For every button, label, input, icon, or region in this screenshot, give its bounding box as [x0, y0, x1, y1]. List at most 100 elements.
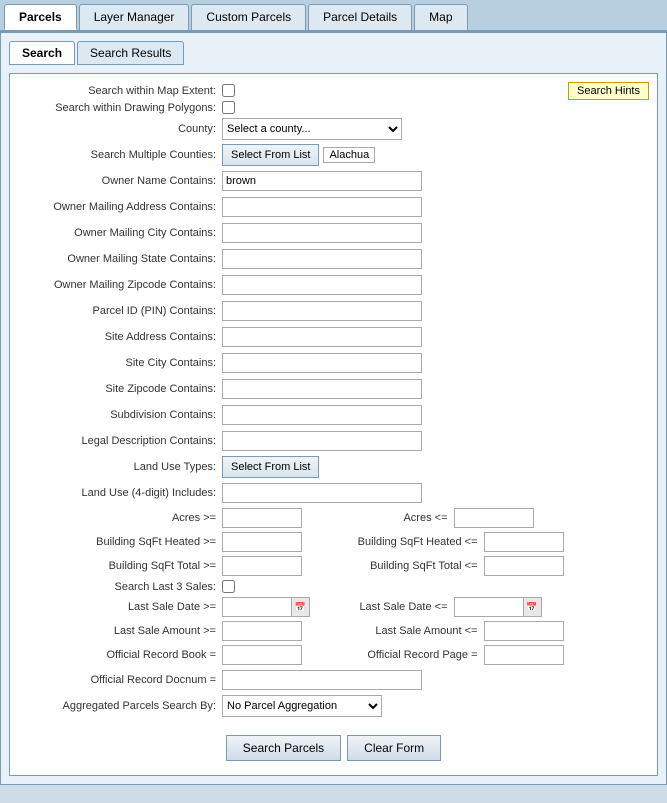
official-record-page-label: Official Record Page = — [334, 649, 484, 661]
last-sale-amount-gte-input[interactable] — [222, 621, 302, 641]
last-sale-amount-lte-label: Last Sale Amount <= — [334, 625, 484, 637]
official-record-book-col: Official Record Book = — [22, 645, 334, 665]
acres-row: Acres >= Acres <= — [22, 508, 645, 528]
owner-mailing-zipcode-label: Owner Mailing Zipcode Contains: — [22, 279, 222, 291]
building-sqft-total-gte-col: Building SqFt Total >= — [22, 556, 334, 576]
search-hints-button[interactable]: Search Hints — [568, 82, 649, 100]
search-panel: Search Hints Search within Map Extent: S… — [9, 73, 658, 776]
building-sqft-heated-lte-input[interactable] — [484, 532, 564, 552]
acres-gte-col: Acres >= — [22, 508, 334, 528]
site-city-row: Site City Contains: — [22, 352, 645, 374]
aggregated-parcels-select[interactable]: No Parcel Aggregation — [222, 695, 382, 717]
official-record-docnum-input[interactable] — [222, 670, 422, 690]
tab-custom-parcels[interactable]: Custom Parcels — [191, 4, 306, 30]
owner-name-input[interactable] — [222, 171, 422, 191]
land-use-types-label: Land Use Types: — [22, 461, 222, 473]
owner-mailing-zipcode-row: Owner Mailing Zipcode Contains: — [22, 274, 645, 296]
official-record-docnum-row: Official Record Docnum = — [22, 669, 645, 691]
owner-mailing-address-row: Owner Mailing Address Contains: — [22, 196, 645, 218]
site-address-input[interactable] — [222, 327, 422, 347]
map-extent-row: Search within Map Extent: — [22, 84, 645, 97]
last-sale-amount-gte-label: Last Sale Amount >= — [22, 625, 222, 637]
site-city-label: Site City Contains: — [22, 357, 222, 369]
building-sqft-heated-gte-input[interactable] — [222, 532, 302, 552]
inner-tab-bar: Search Search Results — [9, 41, 658, 65]
last-sale-date-gte-wrapper: 📅 — [222, 597, 310, 617]
official-record-row: Official Record Book = Official Record P… — [22, 645, 645, 665]
drawing-polygons-checkbox[interactable] — [222, 101, 235, 114]
legal-description-row: Legal Description Contains: — [22, 430, 645, 452]
clear-form-button[interactable]: Clear Form — [347, 735, 441, 761]
top-tab-bar: Parcels Layer Manager Custom Parcels Par… — [0, 0, 667, 32]
owner-mailing-state-row: Owner Mailing State Contains: — [22, 248, 645, 270]
site-zipcode-row: Site Zipcode Contains: — [22, 378, 645, 400]
last-sale-amount-lte-input[interactable] — [484, 621, 564, 641]
official-record-book-input[interactable] — [222, 645, 302, 665]
site-address-label: Site Address Contains: — [22, 331, 222, 343]
legal-description-input[interactable] — [222, 431, 422, 451]
acres-lte-col: Acres <= — [334, 508, 646, 528]
site-zipcode-input[interactable] — [222, 379, 422, 399]
building-sqft-heated-gte-col: Building SqFt Heated >= — [22, 532, 334, 552]
inner-tab-search-results[interactable]: Search Results — [77, 41, 184, 65]
last-sale-date-gte-calendar-icon[interactable]: 📅 — [292, 597, 310, 617]
building-sqft-total-lte-col: Building SqFt Total <= — [334, 556, 646, 576]
parcel-id-row: Parcel ID (PIN) Contains: — [22, 300, 645, 322]
official-record-book-label: Official Record Book = — [22, 649, 222, 661]
last-sale-date-gte-col: Last Sale Date >= 📅 — [22, 597, 334, 617]
select-from-list-button-2[interactable]: Select From List — [222, 456, 319, 478]
subdivision-row: Subdivision Contains: — [22, 404, 645, 426]
acres-lte-label: Acres <= — [334, 512, 454, 524]
parcel-id-label: Parcel ID (PIN) Contains: — [22, 305, 222, 317]
owner-mailing-address-label: Owner Mailing Address Contains: — [22, 201, 222, 213]
building-sqft-total-lte-input[interactable] — [484, 556, 564, 576]
site-city-input[interactable] — [222, 353, 422, 373]
land-use-4digit-row: Land Use (4-digit) Includes: — [22, 482, 645, 504]
county-select[interactable]: Select a county... — [222, 118, 402, 140]
last-3-sales-row: Search Last 3 Sales: — [22, 580, 645, 593]
tab-layer-manager[interactable]: Layer Manager — [79, 4, 190, 30]
county-row: County: Select a county... — [22, 118, 645, 140]
owner-mailing-city-input[interactable] — [222, 223, 422, 243]
last-sale-amount-lte-col: Last Sale Amount <= — [334, 621, 646, 641]
drawing-polygons-label: Search within Drawing Polygons: — [22, 102, 222, 114]
tab-parcels[interactable]: Parcels — [4, 4, 77, 30]
map-extent-checkbox[interactable] — [222, 84, 235, 97]
map-extent-label: Search within Map Extent: — [22, 85, 222, 97]
acres-gte-label: Acres >= — [22, 512, 222, 524]
parcel-id-input[interactable] — [222, 301, 422, 321]
tab-parcel-details[interactable]: Parcel Details — [308, 4, 412, 30]
acres-gte-input[interactable] — [222, 508, 302, 528]
subdivision-input[interactable] — [222, 405, 422, 425]
building-sqft-total-gte-input[interactable] — [222, 556, 302, 576]
land-use-4digit-input[interactable] — [222, 483, 422, 503]
search-parcels-button[interactable]: Search Parcels — [226, 735, 341, 761]
last-sale-date-lte-calendar-icon[interactable]: 📅 — [524, 597, 542, 617]
last-sale-date-gte-input[interactable] — [222, 597, 292, 617]
inner-tab-search[interactable]: Search — [9, 41, 75, 65]
last-3-sales-checkbox[interactable] — [222, 580, 235, 593]
owner-mailing-city-label: Owner Mailing City Contains: — [22, 227, 222, 239]
owner-name-label: Owner Name Contains: — [22, 175, 222, 187]
subdivision-label: Subdivision Contains: — [22, 409, 222, 421]
bottom-buttons: Search Parcels Clear Form — [22, 727, 645, 765]
last-sale-date-row: Last Sale Date >= 📅 Last Sale Date <= 📅 — [22, 597, 645, 617]
last-sale-date-lte-input[interactable] — [454, 597, 524, 617]
building-sqft-heated-lte-label: Building SqFt Heated <= — [334, 536, 484, 548]
select-from-list-button-1[interactable]: Select From List — [222, 144, 319, 166]
owner-mailing-address-input[interactable] — [222, 197, 422, 217]
site-zipcode-label: Site Zipcode Contains: — [22, 383, 222, 395]
building-sqft-heated-lte-col: Building SqFt Heated <= — [334, 532, 646, 552]
building-sqft-heated-gte-label: Building SqFt Heated >= — [22, 536, 222, 548]
last-sale-date-lte-wrapper: 📅 — [454, 597, 542, 617]
last-sale-amount-gte-col: Last Sale Amount >= — [22, 621, 334, 641]
owner-mailing-zipcode-input[interactable] — [222, 275, 422, 295]
tab-map[interactable]: Map — [414, 4, 467, 30]
owner-mailing-state-input[interactable] — [222, 249, 422, 269]
main-content: Search Search Results Search Hints Searc… — [0, 32, 667, 785]
aggregated-parcels-row: Aggregated Parcels Search By: No Parcel … — [22, 695, 645, 717]
multiple-counties-label: Search Multiple Counties: — [22, 149, 222, 161]
acres-lte-input[interactable] — [454, 508, 534, 528]
selected-county-tag: Alachua — [323, 147, 375, 163]
official-record-page-input[interactable] — [484, 645, 564, 665]
